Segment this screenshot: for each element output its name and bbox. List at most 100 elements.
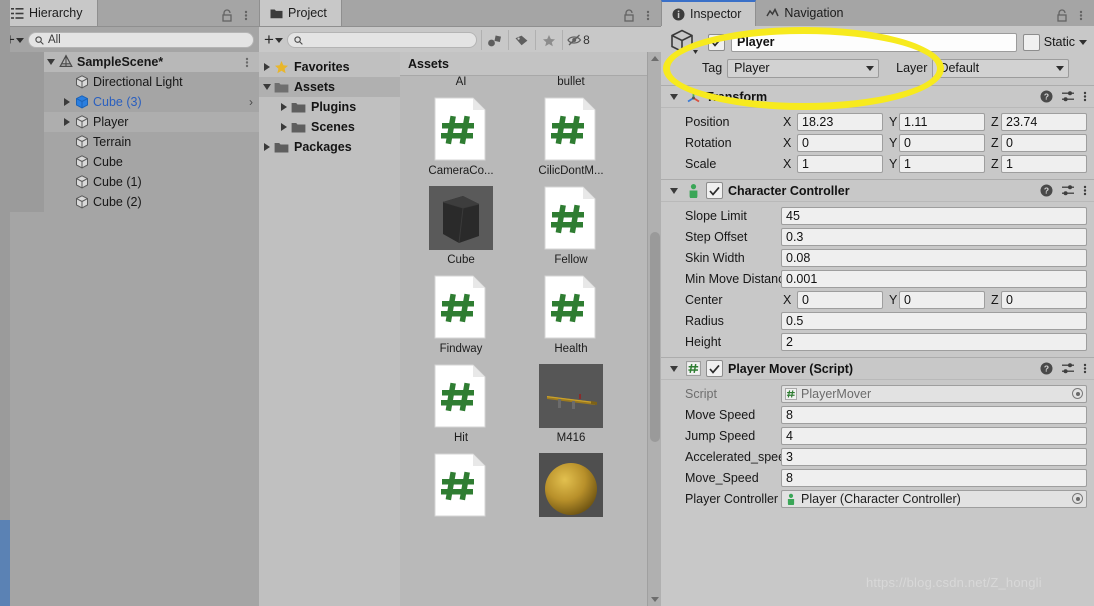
hierarchy-item-player[interactable]: Player (0, 112, 259, 132)
kebab-menu-icon[interactable] (240, 9, 252, 22)
help-icon[interactable]: ? (1040, 184, 1053, 197)
tab-inspector[interactable]: Inspector (661, 0, 757, 26)
asset-item[interactable]: M416 (516, 362, 626, 444)
asset-item[interactable] (516, 451, 626, 521)
twirl-right-icon[interactable] (259, 63, 274, 71)
preset-icon[interactable] (1061, 90, 1075, 103)
project-tree-item-packages[interactable]: Packages (259, 137, 400, 157)
project-scrollbar[interactable] (647, 52, 661, 606)
kebab-menu-icon[interactable] (241, 56, 253, 69)
gameobject-cube-icon[interactable] (668, 27, 702, 57)
project-search-input[interactable] (286, 32, 477, 48)
hierarchy-item-cube[interactable]: Cube (0, 152, 259, 172)
vector3-x-input[interactable]: 0 (797, 290, 883, 309)
layer-dropdown[interactable]: Default (932, 58, 1070, 78)
asset-item[interactable]: Health (516, 273, 626, 355)
help-icon[interactable]: ? (1040, 90, 1053, 103)
hierarchy-item-cube-1[interactable]: Cube (1) (0, 172, 259, 192)
object-picker-icon[interactable] (1072, 493, 1083, 504)
label-filter-icon[interactable] (507, 30, 535, 50)
scrollbar-thumb[interactable] (650, 232, 660, 442)
help-icon[interactable]: ? (1040, 362, 1053, 375)
object-reference-field[interactable]: Player (Character Controller) (781, 489, 1087, 508)
component-header[interactable]: Transform? (661, 85, 1094, 108)
hierarchy-item-samplescene[interactable]: SampleScene* (0, 52, 259, 72)
asset-item[interactable]: CameraCo... (406, 95, 516, 177)
twirl-down-icon[interactable] (667, 93, 681, 100)
preset-icon[interactable] (1061, 184, 1075, 197)
tab-navigation[interactable]: Navigation (756, 0, 858, 26)
hidden-toggle-icon[interactable]: 8 (561, 30, 594, 50)
kebab-menu-icon[interactable] (1083, 184, 1087, 197)
vector3-y-input[interactable]: 1.11 (899, 112, 985, 131)
object-reference-field[interactable]: PlayerMover (781, 384, 1087, 403)
property-input[interactable]: 8 (781, 405, 1087, 424)
asset-item[interactable]: AI (406, 76, 516, 88)
vector3-y-input[interactable]: 0 (899, 290, 985, 309)
asset-item[interactable]: Hit (406, 362, 516, 444)
lock-icon[interactable] (221, 9, 233, 22)
hierarchy-item-terrain[interactable]: Terrain (0, 132, 259, 152)
scroll-up-arrow[interactable] (648, 52, 661, 65)
kebab-menu-icon[interactable] (642, 9, 654, 22)
favorite-star-icon[interactable] (534, 30, 562, 50)
twirl-right-icon[interactable] (276, 103, 291, 111)
property-input[interactable]: 4 (781, 426, 1087, 445)
create-asset-button[interactable]: + (264, 31, 283, 48)
twirl-down-icon[interactable] (44, 59, 58, 65)
project-tree-item-favorites[interactable]: Favorites (259, 57, 400, 77)
kebab-menu-icon[interactable] (1083, 90, 1087, 103)
property-input[interactable]: 0.3 (781, 227, 1087, 246)
expand-chevron-icon[interactable]: › (249, 95, 253, 109)
vector3-y-input[interactable]: 1 (899, 154, 985, 173)
tag-dropdown[interactable]: Player (727, 58, 880, 78)
asset-item[interactable]: bullet (516, 76, 626, 88)
project-tree-item-plugins[interactable]: Plugins (259, 97, 400, 117)
vector3-x-input[interactable]: 18.23 (797, 112, 883, 131)
vector3-y-input[interactable]: 0 (899, 133, 985, 152)
hierarchy-item-cube-3[interactable]: Cube (3) › (0, 92, 259, 112)
property-input[interactable]: 2 (781, 332, 1087, 351)
asset-item[interactable]: Fellow (516, 184, 626, 266)
twirl-right-icon[interactable] (259, 143, 274, 151)
component-enabled-checkbox[interactable] (706, 182, 723, 199)
twirl-down-icon[interactable] (259, 84, 274, 90)
twirl-down-icon[interactable] (667, 187, 681, 194)
twirl-right-icon[interactable] (276, 123, 291, 131)
chevron-down-icon[interactable] (1079, 39, 1087, 45)
lock-icon[interactable] (623, 9, 635, 22)
component-header[interactable]: Player Mover (Script)? (661, 357, 1094, 380)
gameobject-enabled-checkbox[interactable] (708, 33, 725, 51)
hierarchy-item-cube-2[interactable]: Cube (2) (0, 192, 259, 212)
gameobject-name-input[interactable]: Player (731, 32, 1017, 52)
hierarchy-item-directional-light[interactable]: Directional Light (0, 72, 259, 92)
project-tree-item-scenes[interactable]: Scenes (259, 117, 400, 137)
hierarchy-search-input[interactable]: All (27, 32, 254, 48)
project-tree-item-assets[interactable]: Assets (259, 77, 400, 97)
property-input[interactable]: 45 (781, 206, 1087, 225)
kebab-menu-icon[interactable] (1075, 9, 1087, 22)
asset-item[interactable]: Findway (406, 273, 516, 355)
preset-icon[interactable] (1061, 362, 1075, 375)
tab-hierarchy[interactable]: Hierarchy (0, 0, 98, 26)
asset-item[interactable]: Cube (406, 184, 516, 266)
vector3-x-input[interactable]: 1 (797, 154, 883, 173)
component-header[interactable]: Character Controller? (661, 179, 1094, 202)
vector3-z-input[interactable]: 23.74 (1001, 112, 1087, 131)
asset-item[interactable]: CilicDontM... (516, 95, 626, 177)
static-checkbox[interactable] (1022, 33, 1040, 51)
twirl-right-icon[interactable] (60, 118, 74, 126)
property-input[interactable]: 8 (781, 468, 1087, 487)
property-input[interactable]: 3 (781, 447, 1087, 466)
property-input[interactable]: 0.08 (781, 248, 1087, 267)
vector3-z-input[interactable]: 1 (1001, 154, 1087, 173)
twirl-right-icon[interactable] (60, 98, 74, 106)
twirl-down-icon[interactable] (667, 365, 681, 372)
component-enabled-checkbox[interactable] (706, 360, 723, 377)
vector3-x-input[interactable]: 0 (797, 133, 883, 152)
object-type-filter-icon[interactable] (480, 30, 508, 50)
kebab-menu-icon[interactable] (1083, 362, 1087, 375)
scroll-down-arrow[interactable] (648, 593, 661, 606)
vector3-z-input[interactable]: 0 (1001, 133, 1087, 152)
property-input[interactable]: 0.001 (781, 269, 1087, 288)
